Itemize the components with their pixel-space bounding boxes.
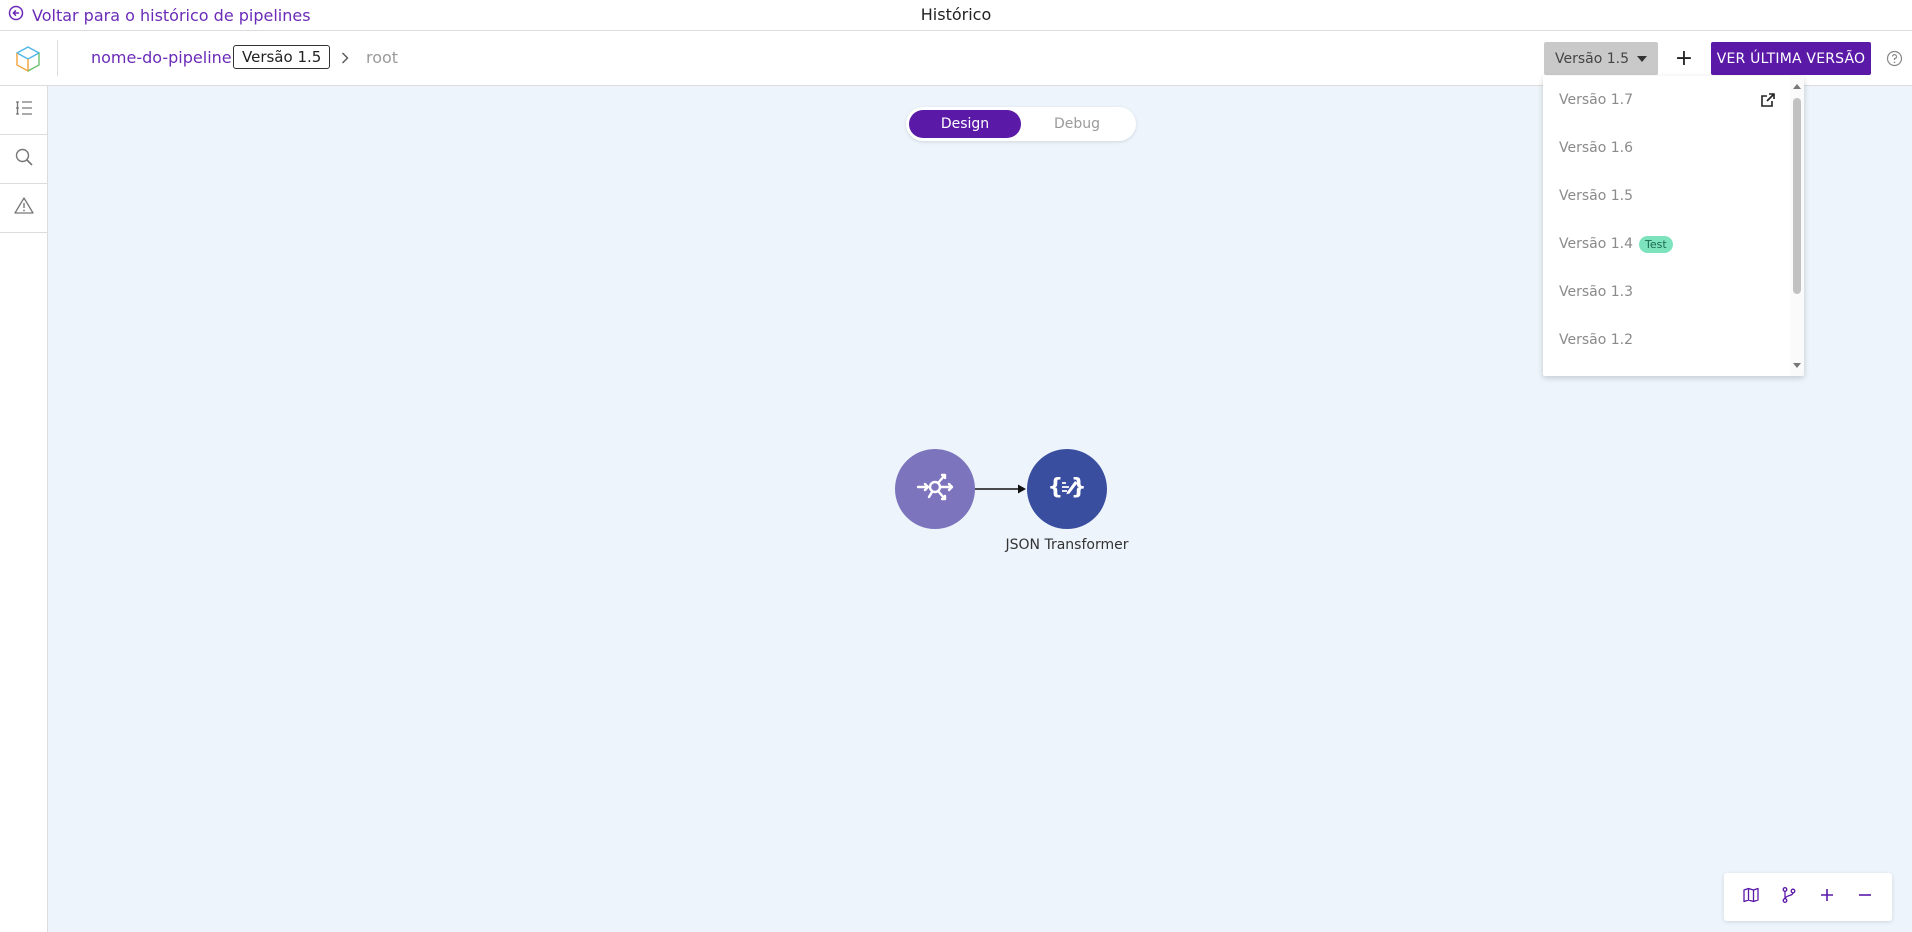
- pipeline-name-link[interactable]: nome-do-pipeline: [91, 48, 232, 67]
- version-option-label: Versão 1.7: [1559, 92, 1634, 108]
- version-select[interactable]: Versão 1.5: [1544, 42, 1658, 75]
- add-version-button[interactable]: +: [1672, 42, 1696, 75]
- connection-arrow: [975, 484, 1026, 494]
- version-option[interactable]: Versão 1.6: [1543, 124, 1789, 172]
- version-option-label: Versão 1.3: [1559, 284, 1634, 300]
- back-link-label: Voltar para o histórico de pipelines: [32, 5, 311, 25]
- json-transformer-node[interactable]: { }: [1027, 449, 1107, 529]
- warnings-button[interactable]: [0, 184, 47, 233]
- minimap-button[interactable]: [1736, 882, 1766, 912]
- zoom-in-button[interactable]: [1812, 882, 1842, 912]
- left-sidebar: [0, 86, 48, 932]
- caret-down-icon: [1637, 55, 1647, 62]
- app-logo-icon[interactable]: [14, 45, 42, 73]
- dropdown-scrollbar[interactable]: [1790, 76, 1804, 376]
- zoom-in-icon: [1818, 886, 1836, 908]
- version-option[interactable]: Versão 1.5: [1543, 172, 1789, 220]
- json-transformer-icon: { }: [1042, 462, 1092, 516]
- version-option[interactable]: Versão 1.4 Test: [1543, 220, 1789, 268]
- chevron-right-icon: [338, 50, 352, 64]
- mode-debug-tab[interactable]: Debug: [1021, 110, 1133, 138]
- external-link-icon[interactable]: [1759, 91, 1777, 109]
- version-option-label: Versão 1.5: [1559, 188, 1634, 204]
- zoom-controls: [1724, 873, 1892, 921]
- version-option[interactable]: Versão 1.3: [1543, 268, 1789, 316]
- back-to-history-link[interactable]: Voltar para o histórico de pipelines: [8, 5, 311, 25]
- zoom-out-button[interactable]: [1850, 882, 1880, 912]
- arrow-left-circle-icon: [8, 5, 24, 25]
- search-icon: [13, 146, 35, 172]
- scroll-up-arrow-icon[interactable]: [1793, 84, 1801, 89]
- scroll-down-arrow-icon[interactable]: [1793, 363, 1801, 368]
- event-hub-icon: [910, 462, 960, 516]
- json-transformer-label: JSON Transformer: [1005, 537, 1129, 553]
- event-hub-node[interactable]: [895, 449, 975, 529]
- version-option[interactable]: Versão 1.7: [1543, 76, 1789, 124]
- breadcrumb-root[interactable]: root: [366, 48, 398, 67]
- version-option-label: Versão 1.4: [1559, 236, 1634, 252]
- branch-icon: [1780, 886, 1798, 908]
- version-select-label: Versão 1.5: [1554, 50, 1629, 67]
- search-button[interactable]: [0, 135, 47, 184]
- list-button[interactable]: [0, 86, 47, 135]
- map-icon: [1742, 886, 1760, 908]
- version-option-label: Versão 1.2: [1559, 332, 1634, 348]
- help-icon[interactable]: [1886, 50, 1903, 67]
- scrollbar-thumb[interactable]: [1793, 98, 1801, 294]
- top-bar: Voltar para o histórico de pipelines His…: [0, 0, 1912, 31]
- version-option[interactable]: Versão 1.2: [1543, 316, 1789, 364]
- warning-icon: [13, 195, 35, 221]
- test-badge: Test: [1639, 235, 1673, 253]
- view-latest-version-button[interactable]: VER ÚLTIMA VERSÃO: [1711, 42, 1871, 75]
- version-dropdown-menu: Versão 1.7 Versão 1.6 Versão 1.5 Versão …: [1543, 76, 1804, 376]
- mode-design-tab[interactable]: Design: [909, 110, 1021, 138]
- list-icon: [13, 97, 35, 123]
- zoom-out-icon: [1856, 886, 1874, 908]
- version-chip: Versão 1.5: [233, 45, 331, 69]
- mode-toggle: Design Debug: [906, 107, 1136, 141]
- header-divider: [57, 40, 58, 76]
- auto-layout-button[interactable]: [1774, 882, 1804, 912]
- version-option-label: Versão 1.6: [1559, 140, 1634, 156]
